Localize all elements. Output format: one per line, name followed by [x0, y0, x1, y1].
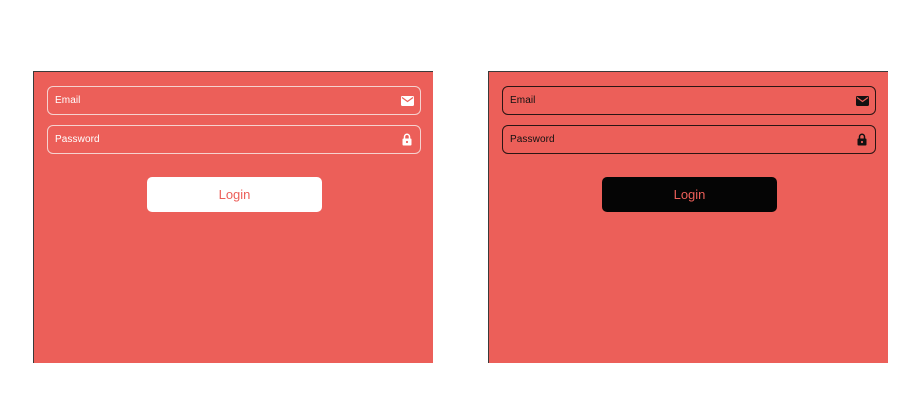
password-field[interactable]: Password — [502, 125, 876, 154]
password-label: Password — [510, 134, 555, 145]
login-form-dark: Email Password Login — [488, 71, 888, 363]
email-field[interactable]: Email — [502, 86, 876, 115]
login-button[interactable]: Login — [147, 177, 322, 212]
email-label: Email — [55, 95, 81, 106]
lock-icon — [400, 133, 414, 147]
email-label: Email — [510, 95, 536, 106]
canvas: Email Password Login Email Password Logi… — [0, 0, 918, 416]
login-button[interactable]: Login — [602, 177, 777, 212]
envelope-icon — [400, 94, 414, 108]
login-form-light: Email Password Login — [33, 71, 433, 363]
password-label: Password — [55, 134, 100, 145]
envelope-icon — [855, 94, 869, 108]
lock-icon — [855, 133, 869, 147]
password-field[interactable]: Password — [47, 125, 421, 154]
email-field[interactable]: Email — [47, 86, 421, 115]
